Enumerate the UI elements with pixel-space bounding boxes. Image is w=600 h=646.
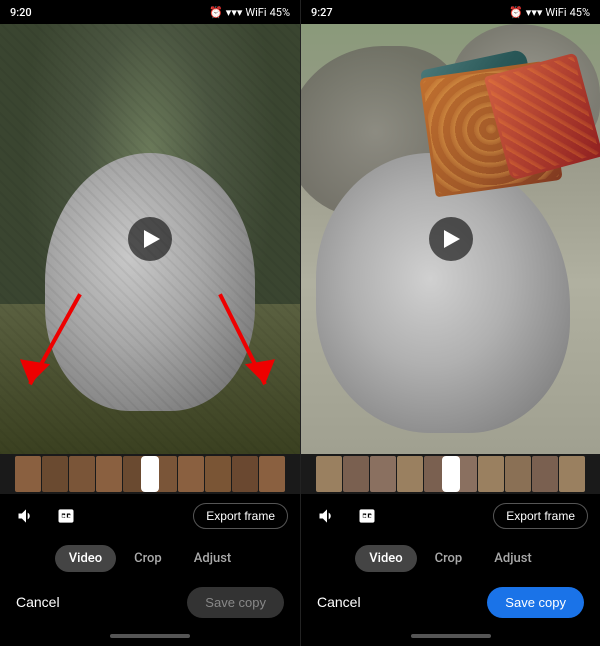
left-caption-icon[interactable] bbox=[52, 502, 80, 530]
left-phone-panel: 9:20 ⏰ ▾▾▾ WiFi 45% bbox=[0, 0, 300, 646]
left-play-button[interactable] bbox=[128, 217, 172, 261]
left-cancel-button[interactable]: Cancel bbox=[16, 594, 60, 610]
left-tab-bar: Video Crop Adjust bbox=[0, 538, 300, 578]
left-video-area[interactable] bbox=[0, 24, 300, 454]
right-home-bar bbox=[411, 634, 491, 638]
left-save-button[interactable]: Save copy bbox=[187, 587, 284, 618]
right-signal-icon: ▾▾▾ bbox=[526, 6, 543, 19]
right-play-button[interactable] bbox=[429, 217, 473, 261]
left-controls-bar: Export frame bbox=[0, 494, 300, 538]
left-action-bar: Cancel Save copy bbox=[0, 578, 300, 626]
right-time: 9:27 bbox=[311, 6, 333, 19]
right-alarm-icon: ⏰ bbox=[509, 6, 523, 19]
right-tab-adjust[interactable]: Adjust bbox=[480, 545, 545, 572]
left-tab-adjust[interactable]: Adjust bbox=[180, 545, 245, 572]
left-tab-crop[interactable]: Crop bbox=[120, 545, 176, 572]
right-action-bar: Cancel Save copy bbox=[301, 578, 600, 626]
battery-text-left: 45% bbox=[270, 6, 290, 19]
right-export-button[interactable]: Export frame bbox=[493, 503, 588, 529]
left-time: 9:20 bbox=[10, 6, 32, 19]
left-home-indicator bbox=[0, 626, 300, 646]
left-status-icons: ⏰ ▾▾▾ WiFi 45% bbox=[209, 6, 290, 19]
signal-icon: ▾▾▾ bbox=[226, 6, 243, 19]
wifi-icon: WiFi bbox=[245, 6, 266, 19]
right-timeline[interactable] bbox=[301, 454, 600, 494]
right-volume-icon[interactable] bbox=[313, 502, 341, 530]
left-volume-icon[interactable] bbox=[12, 502, 40, 530]
right-save-button[interactable]: Save copy bbox=[487, 587, 584, 618]
left-tab-video[interactable]: Video bbox=[55, 545, 116, 572]
left-timeline[interactable] bbox=[0, 454, 300, 494]
right-video-area[interactable] bbox=[301, 24, 600, 454]
left-export-button[interactable]: Export frame bbox=[193, 503, 288, 529]
right-status-bar: 9:27 ⏰ ▾▾▾ WiFi 45% bbox=[301, 0, 600, 24]
right-phone-panel: 9:27 ⏰ ▾▾▾ WiFi 45% bbox=[300, 0, 600, 646]
right-battery-text: 45% bbox=[570, 6, 590, 19]
right-status-icons: ⏰ ▾▾▾ WiFi 45% bbox=[509, 6, 590, 19]
left-home-bar bbox=[110, 634, 190, 638]
right-caption-icon[interactable] bbox=[353, 502, 381, 530]
left-timeline-handle[interactable] bbox=[141, 456, 159, 492]
right-controls-bar: Export frame bbox=[301, 494, 600, 538]
right-cancel-button[interactable]: Cancel bbox=[317, 594, 361, 610]
right-tab-crop[interactable]: Crop bbox=[421, 545, 477, 572]
alarm-icon: ⏰ bbox=[209, 6, 223, 19]
right-home-indicator bbox=[301, 626, 600, 646]
left-status-bar: 9:20 ⏰ ▾▾▾ WiFi 45% bbox=[0, 0, 300, 24]
left-play-icon bbox=[144, 230, 160, 248]
right-tab-video[interactable]: Video bbox=[355, 545, 416, 572]
right-wifi-icon: WiFi bbox=[545, 6, 566, 19]
right-tab-bar: Video Crop Adjust bbox=[301, 538, 600, 578]
right-play-icon bbox=[444, 230, 460, 248]
right-timeline-handle[interactable] bbox=[442, 456, 460, 492]
